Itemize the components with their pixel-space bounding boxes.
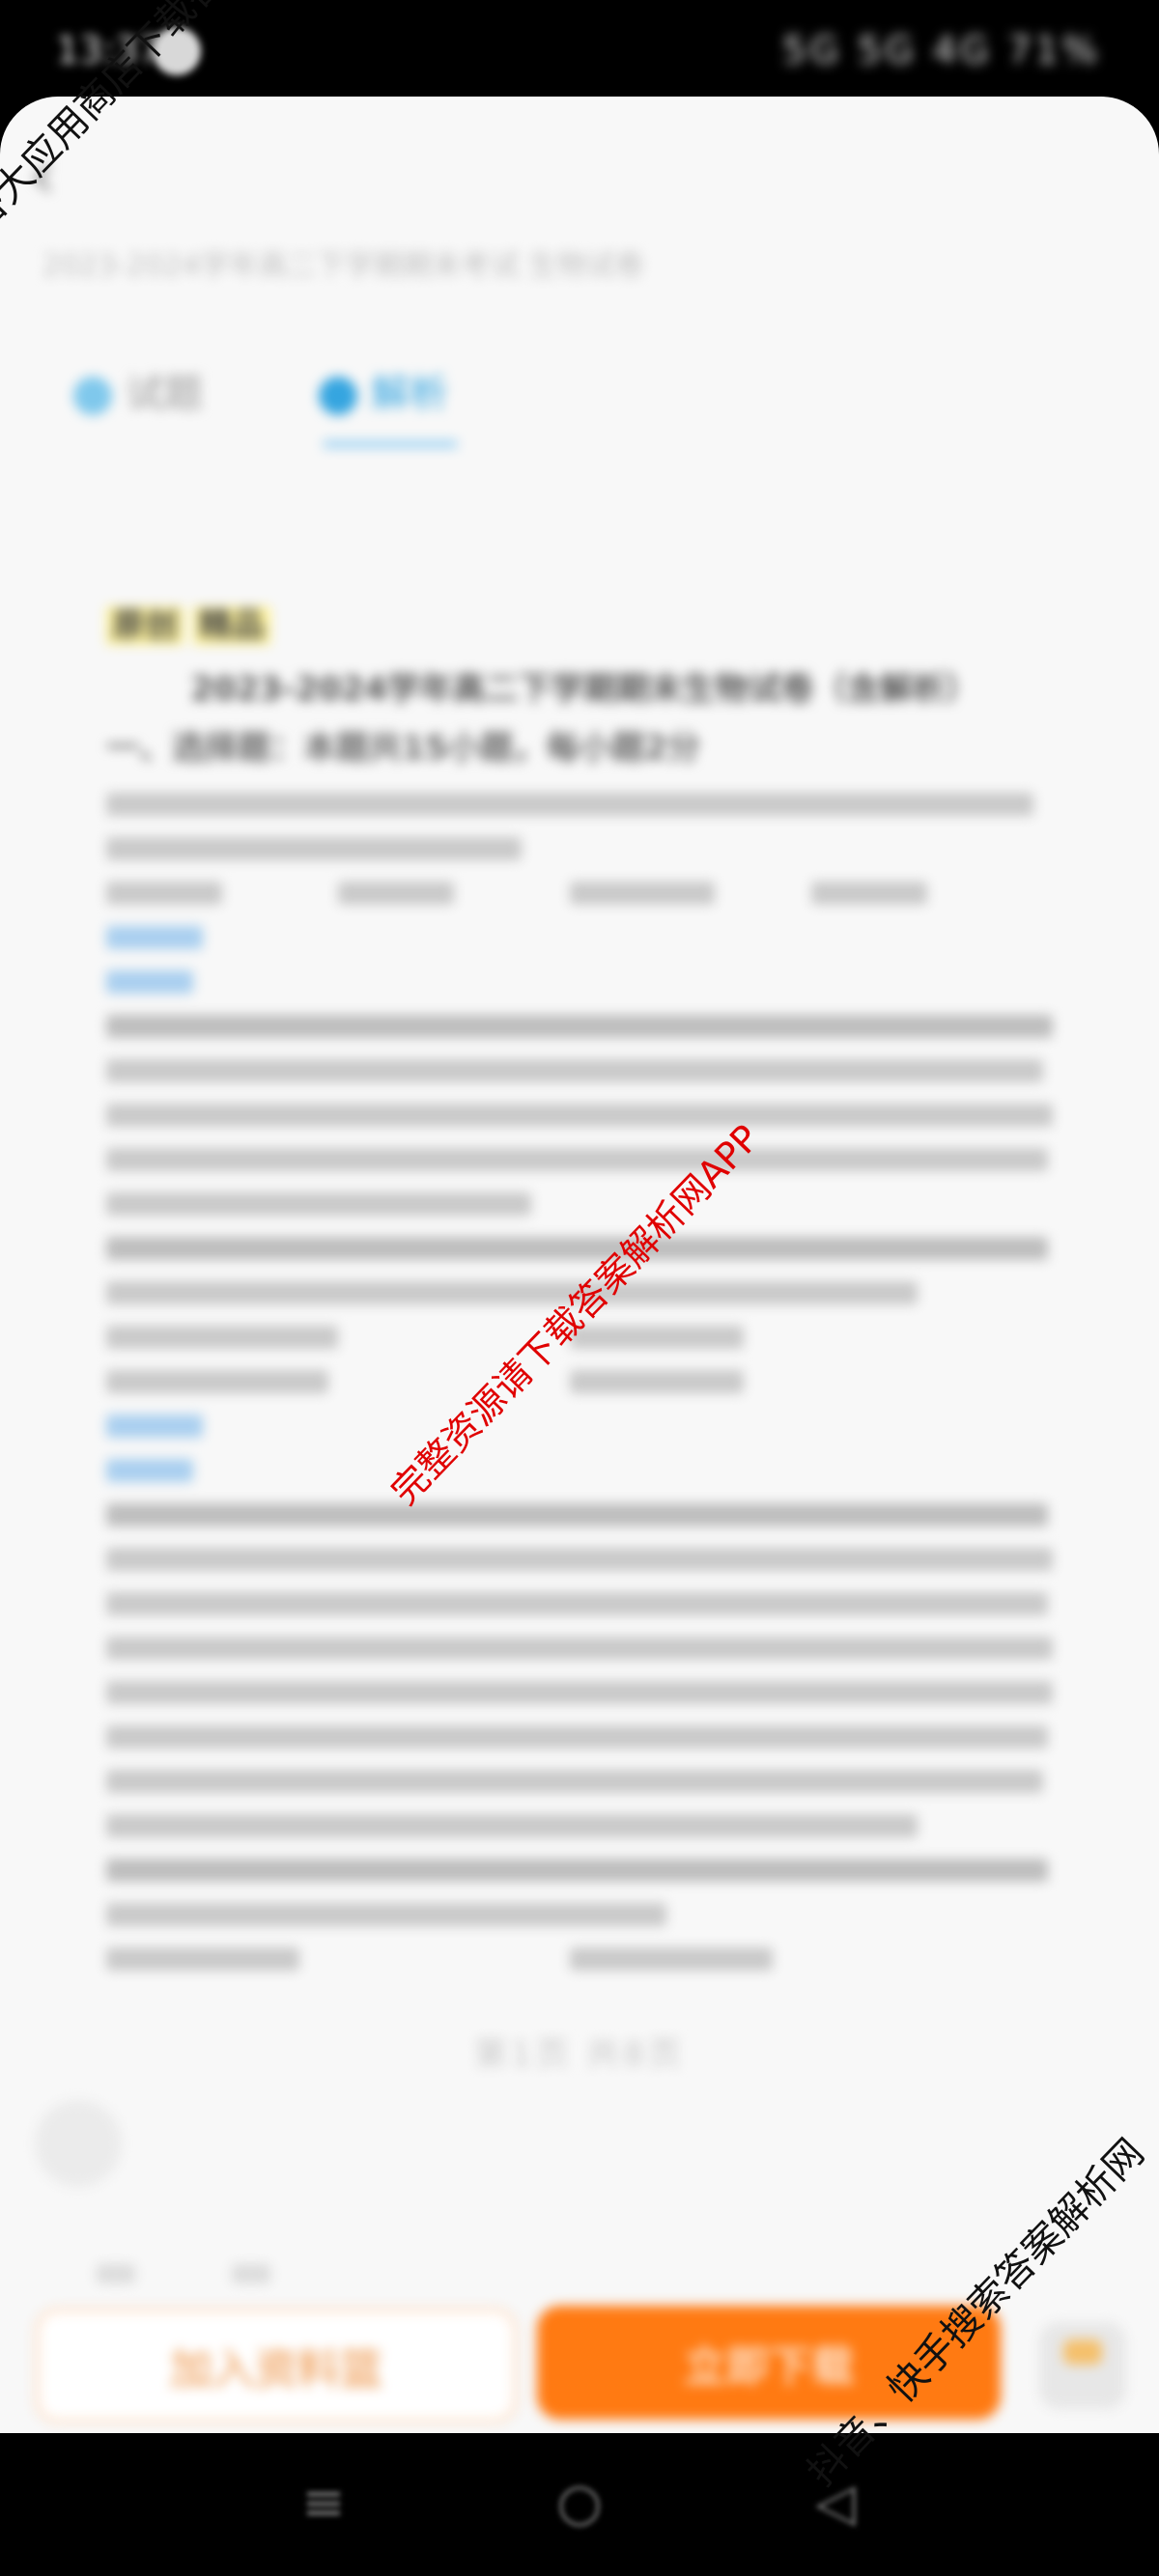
options-line <box>106 1359 1062 1404</box>
analysis-label <box>106 1448 1062 1493</box>
meta-mark <box>232 2264 270 2283</box>
text-line <box>106 1582 1062 1626</box>
badge-premium: 精品 <box>193 606 270 645</box>
options-line <box>106 1937 1062 1981</box>
text-line <box>106 1759 1062 1804</box>
text-line <box>106 1182 1062 1226</box>
tab-questions[interactable]: 试题 <box>73 362 203 418</box>
dot-icon <box>319 377 357 415</box>
text-line <box>106 1093 1062 1137</box>
options-line <box>106 871 1062 915</box>
home-circle-icon[interactable]: ○ <box>546 2472 613 2539</box>
text-line <box>106 1493 1062 1537</box>
add-to-basket-button[interactable]: 加入资料篮 <box>35 2308 518 2423</box>
tab-analysis[interactable]: 解析 <box>319 362 448 418</box>
text-line <box>106 1137 1062 1182</box>
document-sheet: ‹ 2023-2024学年高二下学期期末考试 生物试卷 试题 解析 原创 精品 2… <box>0 97 1159 2433</box>
text-line <box>106 1715 1062 1759</box>
text-line <box>106 782 1062 826</box>
text-line <box>106 826 1062 871</box>
system-nav-bar: ≡ ○ ◁ <box>0 2433 1159 2576</box>
active-tab-indicator <box>323 440 458 448</box>
doc-badges: 原创 精品 <box>106 599 1062 657</box>
meta-mark <box>97 2264 135 2283</box>
menu-icon[interactable]: ≡ <box>290 2472 357 2539</box>
status-indicators: 5G 5G 4G 71% <box>782 29 1101 71</box>
text-line <box>106 1004 1062 1049</box>
breadcrumb: 2023-2024学年高二下学期期末考试 生物试卷 <box>42 249 645 283</box>
text-line <box>106 1626 1062 1670</box>
dot-icon <box>73 377 112 415</box>
tab-questions-label: 试题 <box>126 372 203 416</box>
document-title: 2023-2024学年高二下学期期末生物试卷（含解析） <box>190 670 978 709</box>
badge-original: 原创 <box>106 606 184 645</box>
text-line <box>106 1537 1062 1582</box>
text-line <box>106 1892 1062 1937</box>
section-heading: 一、选择题：本题共15小题，每小题2分 <box>106 729 700 768</box>
basket-icon[interactable] <box>1039 2322 1126 2409</box>
avatar[interactable] <box>35 2100 122 2187</box>
text-line <box>106 1804 1062 1848</box>
answer-label <box>106 1404 1062 1448</box>
tab-analysis-label: 解析 <box>371 372 448 416</box>
text-line <box>106 1049 1062 1093</box>
text-line <box>106 1670 1062 1715</box>
text-line <box>106 1848 1062 1892</box>
analysis-label <box>106 960 1062 1004</box>
answer-label <box>106 915 1062 960</box>
page-indicator: 第1页 共8页 <box>473 2035 686 2074</box>
